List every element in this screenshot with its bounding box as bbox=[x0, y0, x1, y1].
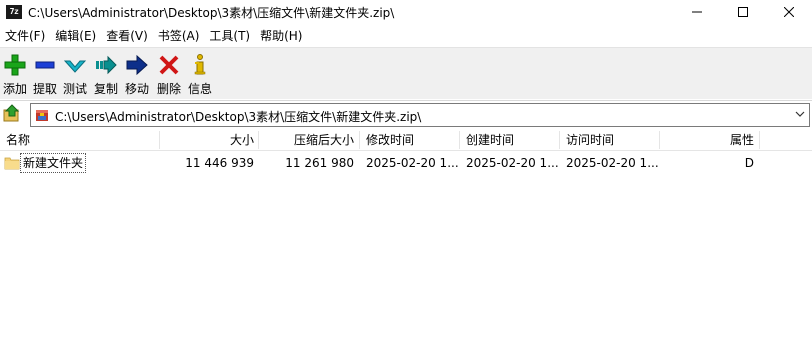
column-divider[interactable] bbox=[359, 131, 360, 149]
test-button[interactable]: 测试 bbox=[60, 51, 90, 99]
row-size: 11 446 939 bbox=[185, 156, 254, 170]
column-divider[interactable] bbox=[459, 131, 460, 149]
column-divider[interactable] bbox=[559, 131, 560, 149]
title-bar: 7z C:\Users\Administrator\Desktop\3素材\压缩… bbox=[0, 0, 812, 24]
column-accessed[interactable]: 访问时间 bbox=[566, 129, 656, 151]
column-divider[interactable] bbox=[759, 131, 760, 149]
menu-bookmarks[interactable]: 书签(A) bbox=[153, 25, 205, 47]
menu-help[interactable]: 帮助(H) bbox=[255, 25, 307, 47]
info-label: 信息 bbox=[187, 82, 212, 96]
menu-bar: 文件(F) 编辑(E) 查看(V) 书签(A) 工具(T) 帮助(H) bbox=[0, 25, 812, 47]
row-modified: 2025-02-20 1... bbox=[366, 156, 458, 170]
extract-button[interactable]: 提取 bbox=[30, 51, 60, 99]
extract-label: 提取 bbox=[32, 82, 57, 96]
close-button[interactable] bbox=[766, 0, 812, 24]
row-accessed: 2025-02-20 1... bbox=[566, 156, 658, 170]
row-created: 2025-02-20 1... bbox=[466, 156, 558, 170]
check-icon bbox=[63, 60, 87, 73]
address-path: C:\Users\Administrator\Desktop\3素材\压缩文件\… bbox=[55, 110, 422, 124]
copy-arrow-icon bbox=[96, 55, 117, 75]
column-modified[interactable]: 修改时间 bbox=[366, 129, 456, 151]
column-packed-size[interactable]: 压缩后大小 bbox=[262, 129, 354, 151]
row-attributes: D bbox=[744, 156, 754, 170]
info-icon bbox=[194, 54, 206, 75]
minimize-button[interactable] bbox=[674, 0, 720, 24]
info-button[interactable]: 信息 bbox=[185, 51, 215, 99]
menu-tools[interactable]: 工具(T) bbox=[204, 25, 255, 47]
address-field[interactable]: C:\Users\Administrator\Desktop\3素材\压缩文件\… bbox=[30, 103, 810, 127]
delete-button[interactable]: 删除 bbox=[154, 51, 184, 99]
column-created[interactable]: 创建时间 bbox=[466, 129, 556, 151]
column-attributes[interactable]: 属性 bbox=[662, 129, 754, 151]
address-row: C:\Users\Administrator\Desktop\3素材\压缩文件\… bbox=[0, 100, 812, 128]
maximize-icon bbox=[738, 7, 748, 17]
minimize-icon bbox=[692, 11, 702, 13]
test-label: 测试 bbox=[62, 82, 87, 96]
maximize-button[interactable] bbox=[720, 0, 766, 24]
move-button[interactable]: 移动 bbox=[122, 51, 152, 99]
plus-icon bbox=[4, 54, 26, 76]
menu-edit[interactable]: 编辑(E) bbox=[50, 25, 101, 47]
add-label: 添加 bbox=[2, 82, 27, 96]
zip-archive-icon bbox=[36, 110, 48, 121]
menu-view[interactable]: 查看(V) bbox=[101, 25, 153, 47]
delete-label: 删除 bbox=[156, 82, 181, 96]
chevron-down-icon[interactable] bbox=[795, 109, 805, 119]
move-label: 移动 bbox=[124, 82, 149, 96]
folder-up-icon bbox=[3, 104, 20, 122]
file-list-empty-area[interactable] bbox=[0, 174, 812, 362]
7zip-app-icon: 7z bbox=[6, 5, 22, 19]
window-title: C:\Users\Administrator\Desktop\3素材\压缩文件\… bbox=[28, 6, 395, 20]
add-button[interactable]: 添加 bbox=[0, 51, 30, 99]
column-divider[interactable] bbox=[659, 131, 660, 149]
copy-label: 复制 bbox=[93, 82, 118, 96]
copy-button[interactable]: 复制 bbox=[91, 51, 121, 99]
menu-file[interactable]: 文件(F) bbox=[0, 25, 50, 47]
column-size[interactable]: 大小 bbox=[162, 129, 254, 151]
toolbar: 添加 提取 测试 复制 移动 删除 信息 bbox=[0, 47, 812, 99]
column-divider[interactable] bbox=[258, 131, 259, 149]
minus-icon bbox=[35, 61, 55, 69]
column-divider[interactable] bbox=[159, 131, 160, 149]
close-icon bbox=[784, 7, 794, 17]
table-row[interactable]: 新建文件夹 11 446 939 11 261 980 2025-02-20 1… bbox=[0, 152, 812, 174]
delete-x-icon bbox=[159, 55, 179, 75]
column-name[interactable]: 名称 bbox=[6, 129, 156, 151]
file-list-header: 名称 大小 压缩后大小 修改时间 创建时间 访问时间 属性 bbox=[0, 129, 812, 151]
row-packed-size: 11 261 980 bbox=[285, 156, 354, 170]
folder-icon bbox=[4, 157, 20, 170]
move-arrow-icon bbox=[126, 54, 148, 76]
folder-up-button[interactable] bbox=[2, 104, 24, 126]
row-name[interactable]: 新建文件夹 bbox=[20, 153, 87, 173]
